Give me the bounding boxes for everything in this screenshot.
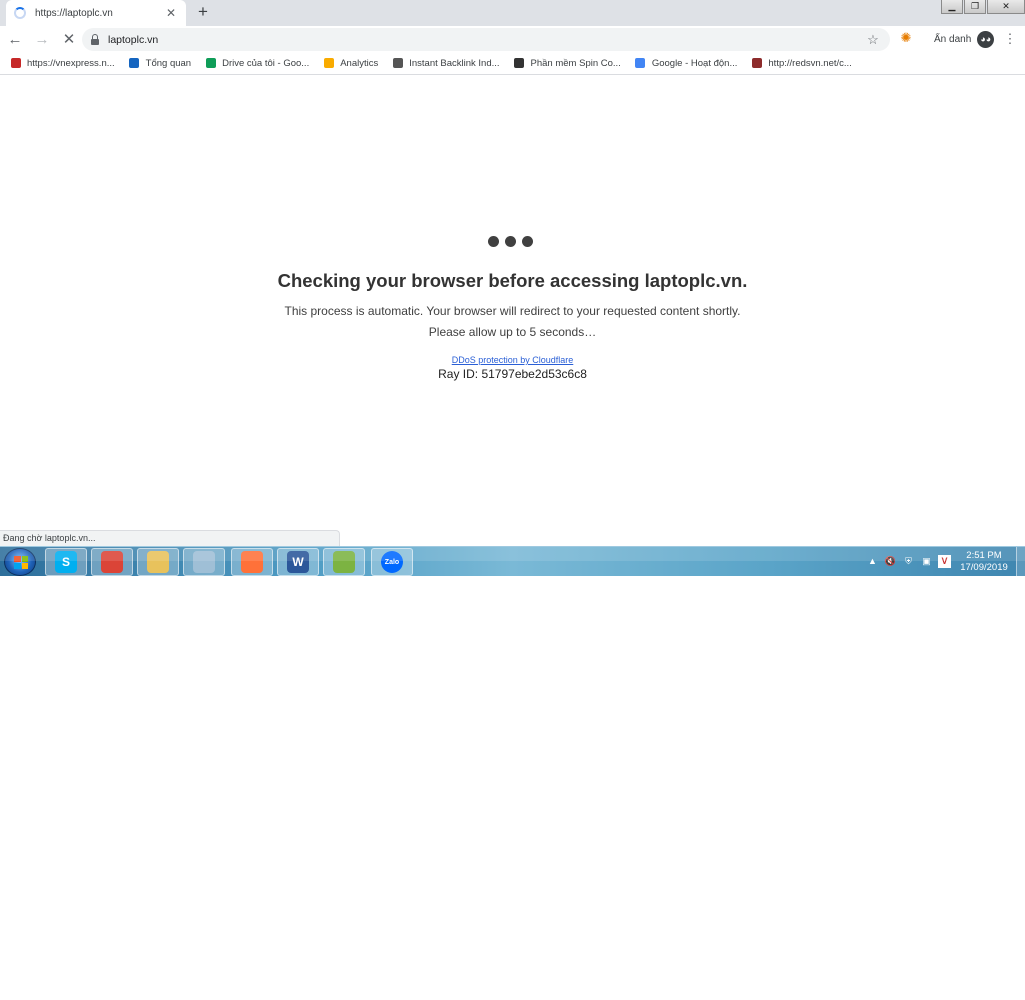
taskbar-app-button[interactable] [323, 548, 365, 576]
file-explorer-icon [147, 551, 169, 573]
firefox-icon [241, 551, 263, 573]
skype-icon: S [55, 551, 77, 573]
google-drive-icon [204, 57, 217, 70]
address-bar[interactable]: laptoplc.vn ☆ [82, 28, 890, 51]
seo-icon [391, 57, 404, 70]
forward-button[interactable]: → [30, 28, 54, 52]
system-tray: ▲ 🔇 ⛨ ▣ V [866, 555, 956, 568]
lock-icon [90, 33, 100, 46]
ddos-protection: DDoS protection by Cloudflare [0, 355, 1025, 365]
show-desktop-button[interactable] [1016, 547, 1025, 577]
overview-icon [128, 57, 141, 70]
loading-spinner-icon [14, 7, 26, 19]
wait-message: Please allow up to 5 seconds… [428, 325, 597, 339]
notebook-icon [193, 551, 215, 573]
taskbar-app-button[interactable]: S [45, 548, 87, 576]
analytics-icon [322, 57, 335, 70]
windows-logo-icon [14, 556, 28, 569]
taskbar-app-button[interactable]: Zalo [371, 548, 413, 576]
url-text[interactable]: laptoplc.vn [108, 34, 862, 46]
redirect-message: This process is automatic. Your browser … [284, 304, 741, 318]
antivirus-icon[interactable]: ⛨ [902, 555, 915, 568]
incognito-indicator[interactable]: Ẩn danh ◕◕ [934, 29, 995, 49]
bookmark-item[interactable]: Tổng quan [128, 57, 191, 70]
windows-taskbar: S W Zalo ▲ 🔇 ⛨ ▣ V 2:51 PM 17/09/2019 [0, 546, 1025, 577]
page-heading: Checking your browser before accessing l… [277, 270, 748, 291]
bookmark-item[interactable]: Phần mềm Spin Co... [513, 57, 621, 70]
minimize-button[interactable]: ▁ [941, 0, 963, 14]
bookmark-label: Phần mềm Spin Co... [530, 58, 621, 69]
bookmark-label: Tổng quan [145, 58, 192, 69]
taskbar-app-button[interactable] [137, 548, 179, 576]
bookmark-item[interactable]: http://redsvn.net/c... [750, 57, 852, 70]
tab-title: https://laptoplc.vn [35, 7, 113, 19]
taskbar-app-button[interactable] [91, 548, 133, 576]
zalo-icon: Zalo [381, 551, 403, 573]
word-icon: W [287, 551, 309, 573]
chrome-icon [101, 551, 123, 573]
loading-dot-icon [522, 236, 533, 247]
redsvn-icon [750, 57, 763, 70]
incognito-label: Ẩn danh [934, 33, 972, 45]
incognito-icon: ◕◕ [977, 30, 995, 48]
loading-dots [488, 236, 539, 247]
clock-time: 2:51 PM [966, 550, 1002, 561]
tab-close-icon[interactable]: ✕ [164, 6, 178, 20]
system-clock[interactable]: 2:51 PM 17/09/2019 [958, 550, 1010, 574]
task-manager-icon [333, 551, 355, 573]
empty-area [0, 577, 1025, 1000]
user-silhouette-icon [513, 57, 526, 70]
extension-icon[interactable]: ✺ [898, 30, 914, 46]
bookmark-item[interactable]: Analytics [322, 57, 378, 70]
page-content: Checking your browser before accessing l… [0, 76, 1025, 546]
bookmark-label: http://redsvn.net/c... [768, 58, 852, 69]
unikey-icon[interactable]: V [938, 555, 951, 568]
back-button[interactable]: ← [3, 28, 27, 52]
new-tab-button[interactable]: + [194, 3, 212, 21]
tab-strip: https://laptoplc.vn ✕ + ▁ ❐ ✕ [0, 0, 1025, 26]
taskbar-app-button[interactable]: W [277, 548, 319, 576]
browser-menu-button[interactable]: ⋮ [1001, 29, 1019, 49]
bookmark-label: Instant Backlink Ind... [409, 58, 500, 69]
browser-tab[interactable]: https://laptoplc.vn ✕ [6, 0, 186, 26]
bookmark-item[interactable]: Instant Backlink Ind... [391, 57, 500, 70]
screen: https://laptoplc.vn ✕ + ▁ ❐ ✕ ← → ✕ lapt… [0, 0, 1025, 1000]
google-icon [634, 57, 647, 70]
start-button[interactable] [4, 548, 36, 576]
window-close-button[interactable]: ✕ [987, 0, 1025, 14]
vnexpress-icon [9, 57, 22, 70]
status-bubble: Đang chờ laptoplc.vn... [0, 530, 340, 546]
loading-dot-icon [488, 236, 499, 247]
taskbar-app-button[interactable] [183, 548, 225, 576]
show-hidden-icons-icon[interactable]: ▲ [866, 555, 879, 568]
bookmarks-bar: https://vnexpress.n... Tổng quan Drive của… [0, 53, 1025, 75]
bookmark-item[interactable]: Google - Hoạt độn... [634, 57, 738, 70]
window-controls: ▁ ❐ ✕ [940, 0, 1025, 14]
stop-loading-button[interactable]: ✕ [57, 28, 81, 52]
loading-dot-icon [505, 236, 516, 247]
bookmark-item[interactable]: https://vnexpress.n... [9, 57, 115, 70]
restore-button[interactable]: ❐ [964, 0, 986, 14]
bookmark-star-icon[interactable]: ☆ [862, 32, 884, 48]
bookmark-label: Drive của tôi - Goo... [222, 58, 310, 69]
ddos-protection-link[interactable]: DDoS protection by Cloudflare [452, 355, 574, 365]
bookmark-item[interactable]: Drive của tôi - Goo... [204, 57, 309, 70]
bookmark-label: Google - Hoạt độn... [651, 58, 738, 69]
ray-id: Ray ID: 51797ebe2d53c6c8 [438, 367, 587, 381]
volume-muted-icon[interactable]: 🔇 [884, 555, 897, 568]
network-icon[interactable]: ▣ [920, 555, 933, 568]
browser-toolbar: ← → ✕ laptoplc.vn ☆ ✺ Ẩn danh ◕◕ ⋮ [0, 26, 1025, 53]
taskbar-app-button[interactable] [231, 548, 273, 576]
bookmark-label: Analytics [340, 58, 379, 69]
bookmark-label: https://vnexpress.n... [27, 58, 115, 69]
clock-date: 17/09/2019 [960, 562, 1008, 573]
